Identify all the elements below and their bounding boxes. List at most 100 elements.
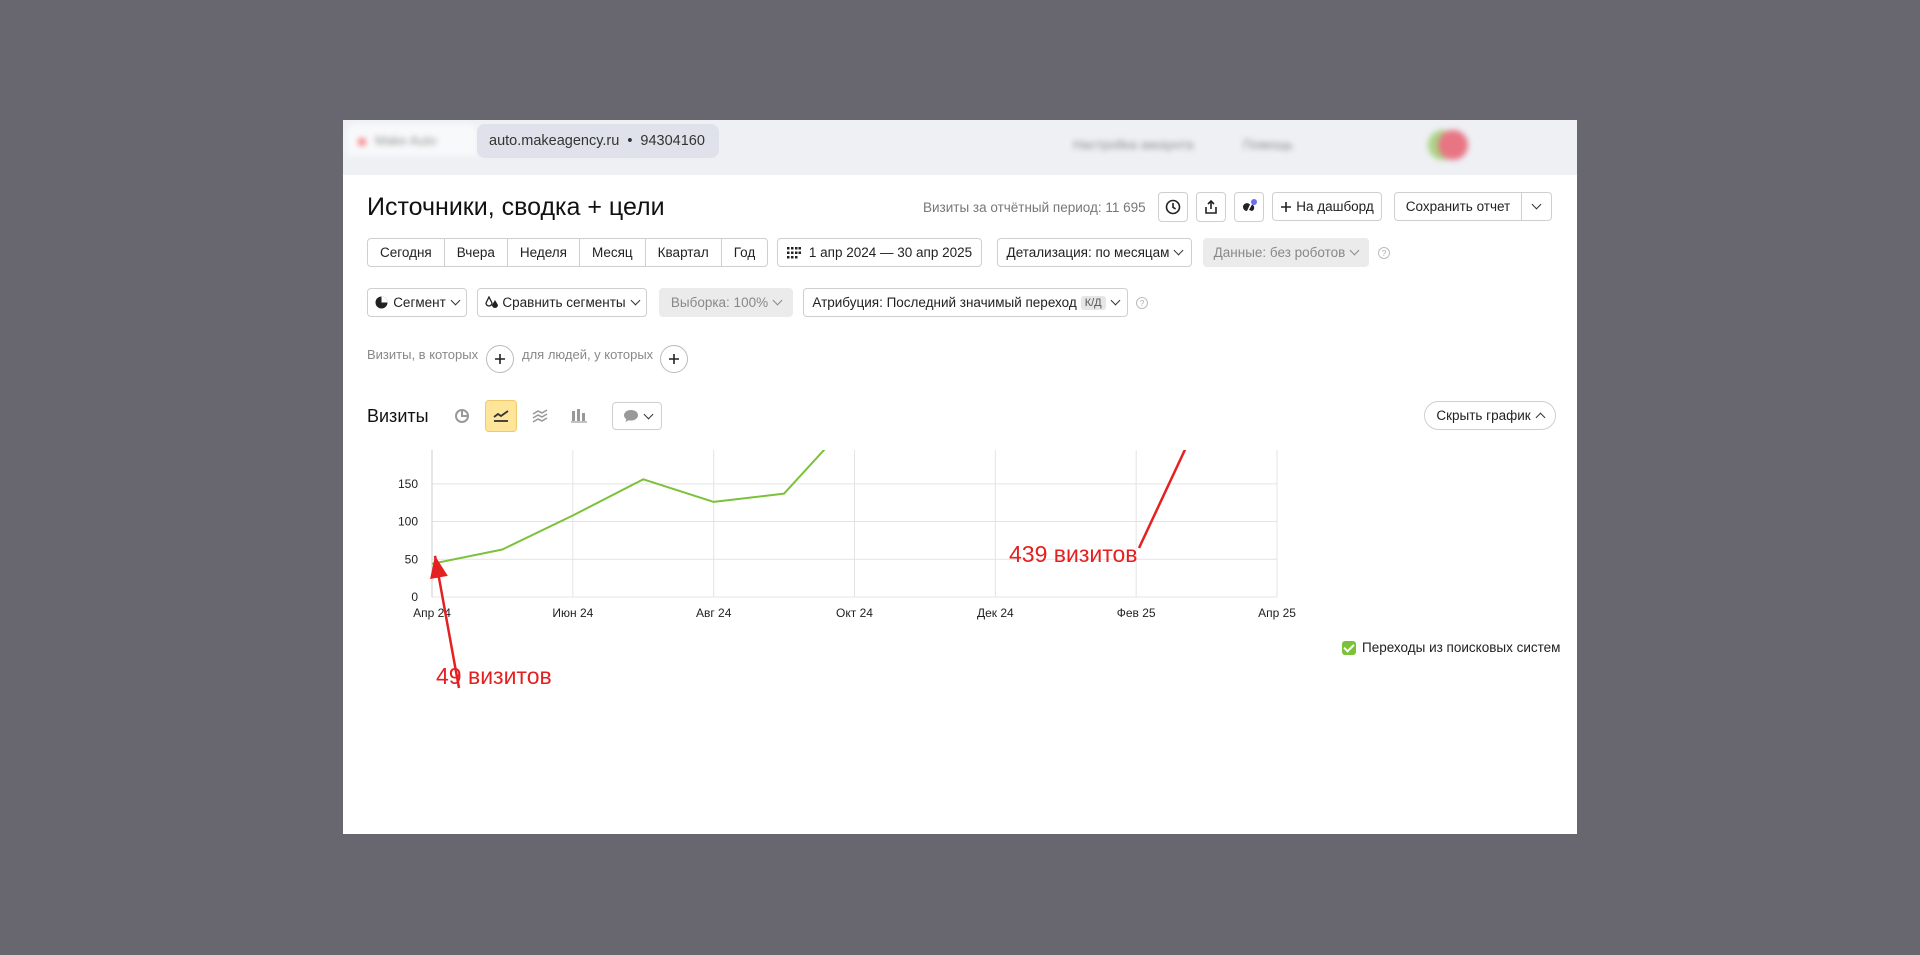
chevron-down-icon [1110, 295, 1121, 306]
segment-label: Сегмент [393, 295, 446, 310]
chevron-down-icon [643, 409, 653, 419]
filter-row: Визиты, в которых для людей, у которых [367, 347, 653, 362]
plus-icon [1281, 201, 1292, 212]
ai-assistant-button[interactable] [1234, 192, 1264, 222]
account-area: Настройка аккаунта Помощь [1073, 130, 1573, 160]
annotation-end-label: 439 визитов [1009, 541, 1138, 567]
help-link[interactable]: Помощь [1243, 137, 1293, 152]
save-options-dropdown[interactable] [1521, 192, 1552, 221]
bar-view-button[interactable] [563, 400, 595, 432]
pie-icon [375, 296, 388, 309]
period-year[interactable]: Год [722, 239, 767, 266]
compare-segments-dropdown[interactable]: Сравнить сегменты [477, 288, 647, 317]
help-icon[interactable]: ? [1378, 247, 1390, 259]
x-tick-label: Дек 24 [977, 606, 1014, 620]
status-dot-icon [358, 138, 366, 146]
y-tick-label: 200 [398, 450, 418, 453]
hide-chart-button[interactable]: Скрыть график [1424, 401, 1556, 430]
sample-dropdown[interactable]: Выборка: 100% [659, 288, 793, 317]
y-tick-label: 0 [411, 590, 418, 604]
stacked-area-icon [532, 409, 548, 423]
date-range-label: 1 апр 2024 — 30 апр 2025 [808, 245, 973, 260]
clock-icon [1165, 199, 1181, 215]
legend-checkbox[interactable] [1342, 640, 1356, 655]
attribution-label: Атрибуция: Последний значимый переход [812, 295, 1077, 310]
plus-icon [669, 354, 679, 364]
comments-dropdown[interactable] [612, 402, 662, 430]
save-report-label: Сохранить отчет [1405, 199, 1511, 214]
period-quarter[interactable]: Квартал [646, 239, 722, 266]
y-tick-label: 150 [398, 477, 418, 491]
chart-annotations: 49 визитов 439 визитов [430, 450, 1187, 689]
site-selector[interactable]: auto.makeagency.ru • 94304160 [477, 124, 719, 158]
add-visit-filter-button[interactable] [486, 345, 514, 373]
compare-segments-label: Сравнить сегменты [502, 295, 626, 310]
period-week[interactable]: Неделя [508, 239, 580, 266]
x-tick-label: Авг 24 [696, 606, 732, 620]
area-view-button[interactable] [524, 400, 556, 432]
history-button[interactable] [1158, 192, 1188, 222]
x-tick-label: Июн 24 [552, 606, 593, 620]
chevron-down-icon [630, 295, 641, 306]
comment-icon [623, 410, 638, 422]
chevron-down-icon [1173, 245, 1184, 256]
report-window: Make Auto auto.makeagency.ru • 94304160 На… [343, 120, 1577, 834]
chart-section-title: Визиты [367, 406, 429, 426]
pie-chart-icon [455, 409, 469, 423]
chevron-down-icon [1349, 245, 1360, 256]
chart-legend: Переходы из поисковых систем [1342, 640, 1560, 655]
x-tick-label: Окт 24 [836, 606, 873, 620]
sample-label: Выборка: 100% [670, 295, 769, 310]
top-bar: Make Auto auto.makeagency.ru • 94304160 На… [343, 120, 1577, 175]
period-today[interactable]: Сегодня [368, 239, 445, 266]
chevron-down-icon [1531, 199, 1542, 210]
visits-filter-label: Визиты, в которых [367, 347, 479, 362]
save-report-button[interactable]: Сохранить отчет [1394, 192, 1522, 221]
chevron-down-icon [772, 295, 783, 306]
period-visits-total: Визиты за отчётный период: 11 695 [923, 200, 1146, 215]
avatar[interactable] [1438, 130, 1468, 160]
attribution-dropdown[interactable]: Атрибуция: Последний значимый переход К/Д [803, 288, 1128, 317]
assistant-icon [1243, 199, 1257, 211]
chevron-down-icon [450, 295, 461, 306]
counter-tab-label: Make Auto [375, 133, 437, 148]
hide-chart-label: Скрыть график [1436, 408, 1531, 423]
segment-dropdown[interactable]: Сегмент [367, 288, 467, 317]
add-people-filter-button[interactable] [660, 345, 688, 373]
drops-icon [485, 296, 499, 308]
line-view-button[interactable] [485, 400, 517, 432]
y-tick-label: 50 [405, 552, 419, 566]
period-selector: Сегодня Вчера Неделя Месяц Квартал Год [367, 238, 769, 267]
x-tick-label: Фев 25 [1117, 606, 1156, 620]
data-filter-label: Данные: без роботов [1213, 245, 1346, 260]
line-chart-icon [493, 410, 509, 422]
help-icon[interactable]: ? [1136, 297, 1148, 309]
page-title: Источники, сводка + цели [367, 193, 665, 221]
detail-label: Детализация: по месяцам [1006, 245, 1170, 260]
share-icon [1205, 199, 1217, 214]
detail-dropdown[interactable]: Детализация: по месяцам [997, 238, 1192, 267]
period-month[interactable]: Месяц [580, 239, 646, 266]
add-to-dashboard-button[interactable]: На дашборд [1272, 192, 1382, 221]
bar-chart-icon [571, 409, 587, 423]
period-yesterday[interactable]: Вчера [445, 239, 508, 266]
account-settings-link[interactable]: Настройка аккаунта [1073, 137, 1193, 152]
counter-tab[interactable]: Make Auto [347, 124, 477, 156]
site-url: auto.makeagency.ru [489, 133, 620, 149]
date-range-picker[interactable]: 1 апр 2024 — 30 апр 2025 [777, 238, 982, 267]
counter-id: 94304160 [640, 133, 705, 149]
legend-series-label: Переходы из поисковых систем [1362, 640, 1561, 655]
attribution-badge: К/Д [1080, 295, 1106, 310]
people-filter-label: для людей, у которых [522, 347, 654, 362]
plus-icon [495, 354, 505, 364]
export-button[interactable] [1196, 192, 1226, 222]
y-tick-label: 100 [398, 515, 418, 529]
chevron-up-icon [1535, 412, 1546, 422]
pie-view-button[interactable] [446, 400, 478, 432]
calendar-icon [786, 246, 801, 258]
x-tick-label: Апр 25 [1258, 606, 1296, 620]
add-to-dashboard-label: На дашборд [1296, 199, 1374, 214]
arrow-shaft [1137, 450, 1187, 549]
data-filter-dropdown[interactable]: Данные: без роботов [1203, 238, 1369, 267]
annotation-end-arrow [1137, 450, 1187, 549]
